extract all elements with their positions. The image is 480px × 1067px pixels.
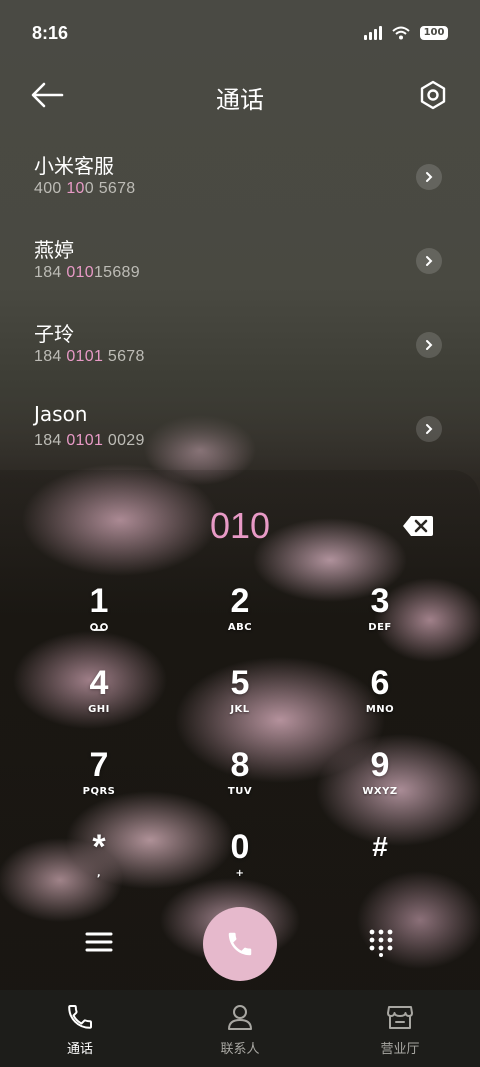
dialpad-icon[interactable] — [366, 927, 396, 957]
tab-calls[interactable]: 通话 — [0, 990, 160, 1067]
tab-contacts[interactable]: 联系人 — [160, 990, 320, 1067]
phone-icon — [228, 932, 252, 956]
status-bar: 8:16 100 — [0, 0, 480, 66]
key-8[interactable]: 8 TUV — [180, 744, 300, 814]
contact-number: 184 0101 5678 — [34, 348, 145, 365]
status-icons: 100 — [364, 26, 448, 40]
call-button[interactable] — [203, 907, 277, 981]
key-0[interactable]: 0 + — [180, 826, 300, 896]
contact-number: 400 100 5678 — [34, 180, 136, 197]
key-7[interactable]: 7 PQRS — [39, 744, 159, 814]
contact-row[interactable]: 子玲 184 0101 5678 — [0, 308, 480, 392]
voicemail-icon — [90, 623, 108, 631]
key-9[interactable]: 9 WXYZ — [320, 744, 440, 814]
matched-digits: 10 — [66, 180, 85, 197]
contact-number: 184 01015689 — [34, 264, 140, 281]
matched-digits: 010 — [66, 264, 94, 281]
store-icon — [387, 1006, 413, 1029]
chevron-right-icon[interactable] — [416, 332, 442, 358]
tab-label: 通话 — [66, 1042, 93, 1057]
bottom-navigation: 通话 联系人 营业厅 — [0, 990, 480, 1067]
chevron-right-icon[interactable] — [416, 416, 442, 442]
key-2[interactable]: 2 ABC — [180, 580, 300, 650]
chevron-right-icon[interactable] — [416, 164, 442, 190]
key-1[interactable]: 1 — [39, 580, 159, 650]
contact-row[interactable]: Jason 184 0101 0029 — [0, 392, 480, 476]
page-title: 通话 — [216, 86, 264, 114]
dialer-actions — [0, 905, 480, 981]
key-4[interactable]: 4 GHI — [39, 662, 159, 732]
key-5[interactable]: 5 JKL — [180, 662, 300, 732]
signal-icon — [364, 26, 382, 40]
battery-icon: 100 — [420, 26, 448, 40]
contact-row[interactable]: 小米客服 400 100 5678 — [0, 140, 480, 224]
key-6[interactable]: 6 MNO — [320, 662, 440, 732]
matched-digits: 0101 — [66, 432, 104, 449]
tab-label: 营业厅 — [380, 1042, 420, 1057]
phone-icon — [68, 1005, 92, 1029]
tab-label: 联系人 — [220, 1042, 260, 1057]
status-time: 8:16 — [32, 22, 69, 43]
tab-service-hall[interactable]: 营业厅 — [320, 990, 480, 1067]
contact-name: 子玲 — [34, 322, 74, 346]
settings-hexagon-icon[interactable] — [416, 78, 450, 112]
contact-row[interactable]: 燕婷 184 01015689 — [0, 224, 480, 308]
contact-name: 燕婷 — [34, 238, 74, 262]
contact-number: 184 0101 0029 — [34, 432, 145, 449]
key-star[interactable]: * , — [39, 826, 159, 896]
app-header: 通话 — [0, 66, 480, 124]
contact-name: Jason — [34, 402, 88, 426]
matched-digits: 0101 — [66, 348, 104, 365]
contact-suggestions-list: 小米客服 400 100 5678 燕婷 184 01015689 子玲 184… — [0, 140, 480, 476]
key-hash[interactable]: # — [320, 826, 440, 896]
menu-icon[interactable] — [84, 927, 114, 957]
backspace-icon[interactable] — [402, 515, 434, 537]
wifi-icon — [392, 26, 410, 40]
chevron-right-icon[interactable] — [416, 248, 442, 274]
person-icon — [228, 1005, 252, 1030]
contact-name: 小米客服 — [34, 154, 114, 178]
key-3[interactable]: 3 DEF — [320, 580, 440, 650]
